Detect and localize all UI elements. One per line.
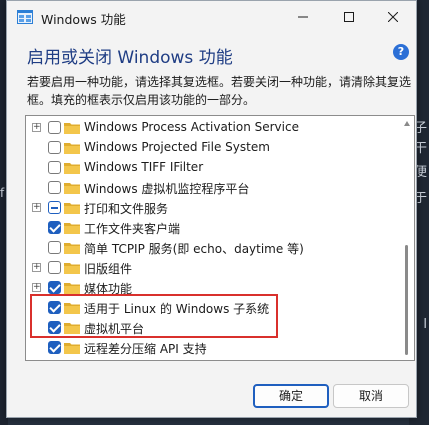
expand-icon[interactable]: + [32, 283, 41, 292]
feature-checkbox[interactable] [48, 161, 61, 174]
highlight-annotation-box [30, 294, 278, 338]
scroll-up-arrow-icon[interactable] [404, 120, 410, 128]
folder-icon [64, 123, 80, 134]
feature-label: 远程差分压缩 API 支持 [84, 342, 207, 356]
feature-label: 打印和文件服务 [84, 202, 169, 216]
folder-icon [64, 223, 80, 234]
feature-row[interactable]: 远程差分压缩 API 支持 [26, 338, 401, 358]
feature-row[interactable]: Windows 虚拟机监控程序平台 [26, 178, 401, 198]
folder-icon [64, 163, 80, 174]
title-bar[interactable]: Windows 功能 [7, 1, 416, 33]
expand-icon[interactable]: + [32, 203, 41, 212]
folder-icon [64, 143, 80, 154]
scrollbar-thumb[interactable] [405, 245, 408, 355]
minimize-button[interactable] [280, 1, 326, 33]
feature-label: 简单 TCPIP 服务(即 echo、daytime 等) [84, 242, 304, 256]
feature-checkbox[interactable] [48, 141, 61, 154]
feature-checkbox[interactable] [48, 281, 61, 294]
dialog-heading: 启用或关闭 Windows 功能 [27, 48, 233, 68]
feature-checkbox[interactable] [48, 201, 61, 214]
feature-label: Windows 虚拟机监控程序平台 [84, 182, 250, 196]
feature-checkbox[interactable] [48, 261, 61, 274]
cancel-button[interactable]: 取消 [333, 384, 409, 408]
feature-checkbox[interactable] [48, 241, 61, 254]
maximize-icon [344, 12, 354, 22]
folder-icon [64, 263, 80, 274]
folder-icon [64, 283, 80, 294]
close-icon [388, 12, 398, 22]
expand-icon[interactable]: + [32, 263, 41, 272]
ok-button[interactable]: 确定 [253, 384, 329, 408]
maximize-button[interactable] [326, 1, 372, 33]
minimize-icon [298, 16, 308, 18]
feature-row[interactable]: + 打印和文件服务 [26, 198, 401, 218]
close-button[interactable] [370, 1, 416, 33]
feature-checkbox[interactable] [48, 221, 61, 234]
dialog-description: 若要启用一种功能，请选择其复选框。若要关闭一种功能，请清除其复选框。填充的框表示… [27, 75, 412, 107]
feature-row[interactable]: Windows Projected File System [26, 138, 401, 158]
feature-label: Windows Process Activation Service [84, 120, 299, 134]
folder-icon [64, 203, 80, 214]
feature-checkbox[interactable] [48, 181, 61, 194]
feature-row[interactable]: 工作文件夹客户端 [26, 218, 401, 238]
feature-row[interactable]: + Windows Process Activation Service [26, 118, 401, 138]
feature-label: Windows TIFF IFilter [84, 160, 204, 174]
feature-checkbox[interactable] [48, 341, 61, 354]
feature-row[interactable]: + 旧版组件 [26, 258, 401, 278]
feature-row[interactable]: Windows TIFF IFilter [26, 158, 401, 178]
feature-label: 旧版组件 [84, 262, 133, 276]
feature-row[interactable]: 简单 TCPIP 服务(即 echo、daytime 等) [26, 238, 401, 258]
windows-features-dialog: Windows 功能 启用或关闭 Windows 功能 ? 若要启用一种功能，请… [6, 0, 417, 418]
background-text: f [0, 186, 5, 200]
windows-features-app-icon [17, 10, 33, 24]
expand-icon[interactable]: + [32, 123, 41, 132]
feature-tree-scrollbar[interactable] [404, 120, 410, 356]
help-icon[interactable]: ? [393, 44, 409, 60]
feature-checkbox[interactable] [48, 121, 61, 134]
folder-icon [64, 183, 80, 194]
folder-icon [64, 343, 80, 354]
feature-label: 工作文件夹客户端 [84, 222, 181, 236]
window-title: Windows 功能 [41, 12, 126, 27]
background-text: l [423, 317, 427, 332]
folder-icon [64, 243, 80, 254]
feature-label: Windows Projected File System [84, 140, 270, 154]
